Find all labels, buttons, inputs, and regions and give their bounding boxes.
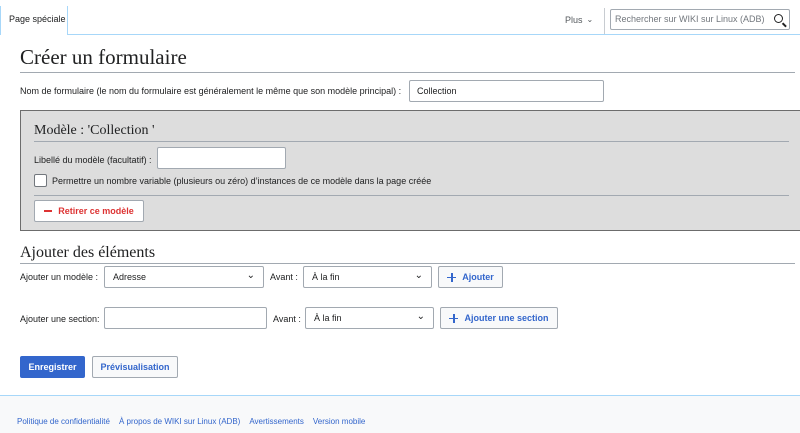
template-select-value: Adresse bbox=[113, 272, 147, 282]
form-name-input[interactable]: Collection bbox=[409, 80, 604, 102]
template-title: Modèle : 'Collection ' bbox=[34, 123, 789, 142]
footer: Politique de confidentialité À propos de… bbox=[17, 417, 365, 426]
template-panel: Modèle : 'Collection ' Libellé du modèle… bbox=[20, 110, 800, 231]
multiple-instances-checkbox[interactable] bbox=[34, 174, 47, 187]
template-label-label: Libellé du modèle (facultatif) : bbox=[34, 155, 152, 165]
add-section-button-label: Ajouter une section bbox=[464, 313, 549, 323]
template-position-select[interactable]: À la fin ⌄ bbox=[303, 266, 432, 288]
search-input[interactable]: Rechercher sur WIKI sur Linux (ADB) bbox=[610, 9, 790, 30]
more-menu[interactable]: Plus ⌄ bbox=[565, 8, 605, 34]
template-select[interactable]: Adresse ⌄ bbox=[104, 266, 264, 288]
multiple-instances-label: Permettre un nombre variable (plusieurs … bbox=[52, 176, 432, 186]
main-content: Créer un formulaire Nom de formulaire (l… bbox=[0, 34, 800, 396]
top-bar: Page spéciale Plus ⌄ Rechercher sur WIKI… bbox=[0, 0, 800, 35]
chevron-down-icon: ⌄ bbox=[586, 15, 594, 24]
footer-link-mobile[interactable]: Version mobile bbox=[313, 417, 365, 426]
add-template-button-label: Ajouter bbox=[462, 272, 494, 282]
add-template-label: Ajouter un modèle : bbox=[20, 272, 99, 282]
chevron-down-icon: ⌄ bbox=[246, 270, 255, 281]
chevron-down-icon: ⌄ bbox=[416, 311, 425, 322]
plus-icon bbox=[447, 272, 457, 282]
search-placeholder: Rechercher sur WIKI sur Linux (ADB) bbox=[615, 14, 765, 24]
footer-link-disclaimers[interactable]: Avertissements bbox=[249, 417, 304, 426]
form-name-label: Nom de formulaire (le nom du formulaire … bbox=[20, 86, 402, 96]
section-position-value: À la fin bbox=[314, 313, 342, 323]
divider bbox=[34, 195, 789, 196]
page-title: Créer un formulaire bbox=[20, 45, 795, 73]
add-section-button[interactable]: Ajouter une section bbox=[440, 307, 558, 329]
minus-icon bbox=[44, 210, 53, 212]
search-icon[interactable] bbox=[774, 14, 783, 23]
add-elements-title: Ajouter des éléments bbox=[20, 244, 795, 264]
preview-button[interactable]: Prévisualisation bbox=[92, 356, 178, 378]
more-label: Plus bbox=[565, 15, 583, 25]
section-name-input[interactable] bbox=[104, 307, 267, 329]
remove-template-button[interactable]: Retirer ce modèle bbox=[34, 200, 144, 222]
chevron-down-icon: ⌄ bbox=[414, 270, 423, 281]
before-label: Avant : bbox=[270, 272, 298, 282]
plus-icon bbox=[449, 313, 459, 323]
add-template-button[interactable]: Ajouter bbox=[438, 266, 503, 288]
footer-link-privacy[interactable]: Politique de confidentialité bbox=[17, 417, 110, 426]
section-position-select[interactable]: À la fin ⌄ bbox=[305, 307, 434, 329]
tab-special-page[interactable]: Page spéciale bbox=[0, 6, 68, 35]
add-section-label: Ajouter une section: bbox=[20, 314, 100, 324]
remove-template-label: Retirer ce modèle bbox=[58, 206, 134, 216]
footer-link-about[interactable]: À propos de WIKI sur Linux (ADB) bbox=[119, 417, 240, 426]
template-label-input[interactable] bbox=[157, 147, 286, 169]
save-button[interactable]: Enregistrer bbox=[20, 356, 85, 378]
before-label-2: Avant : bbox=[273, 314, 301, 324]
template-position-value: À la fin bbox=[312, 272, 340, 282]
